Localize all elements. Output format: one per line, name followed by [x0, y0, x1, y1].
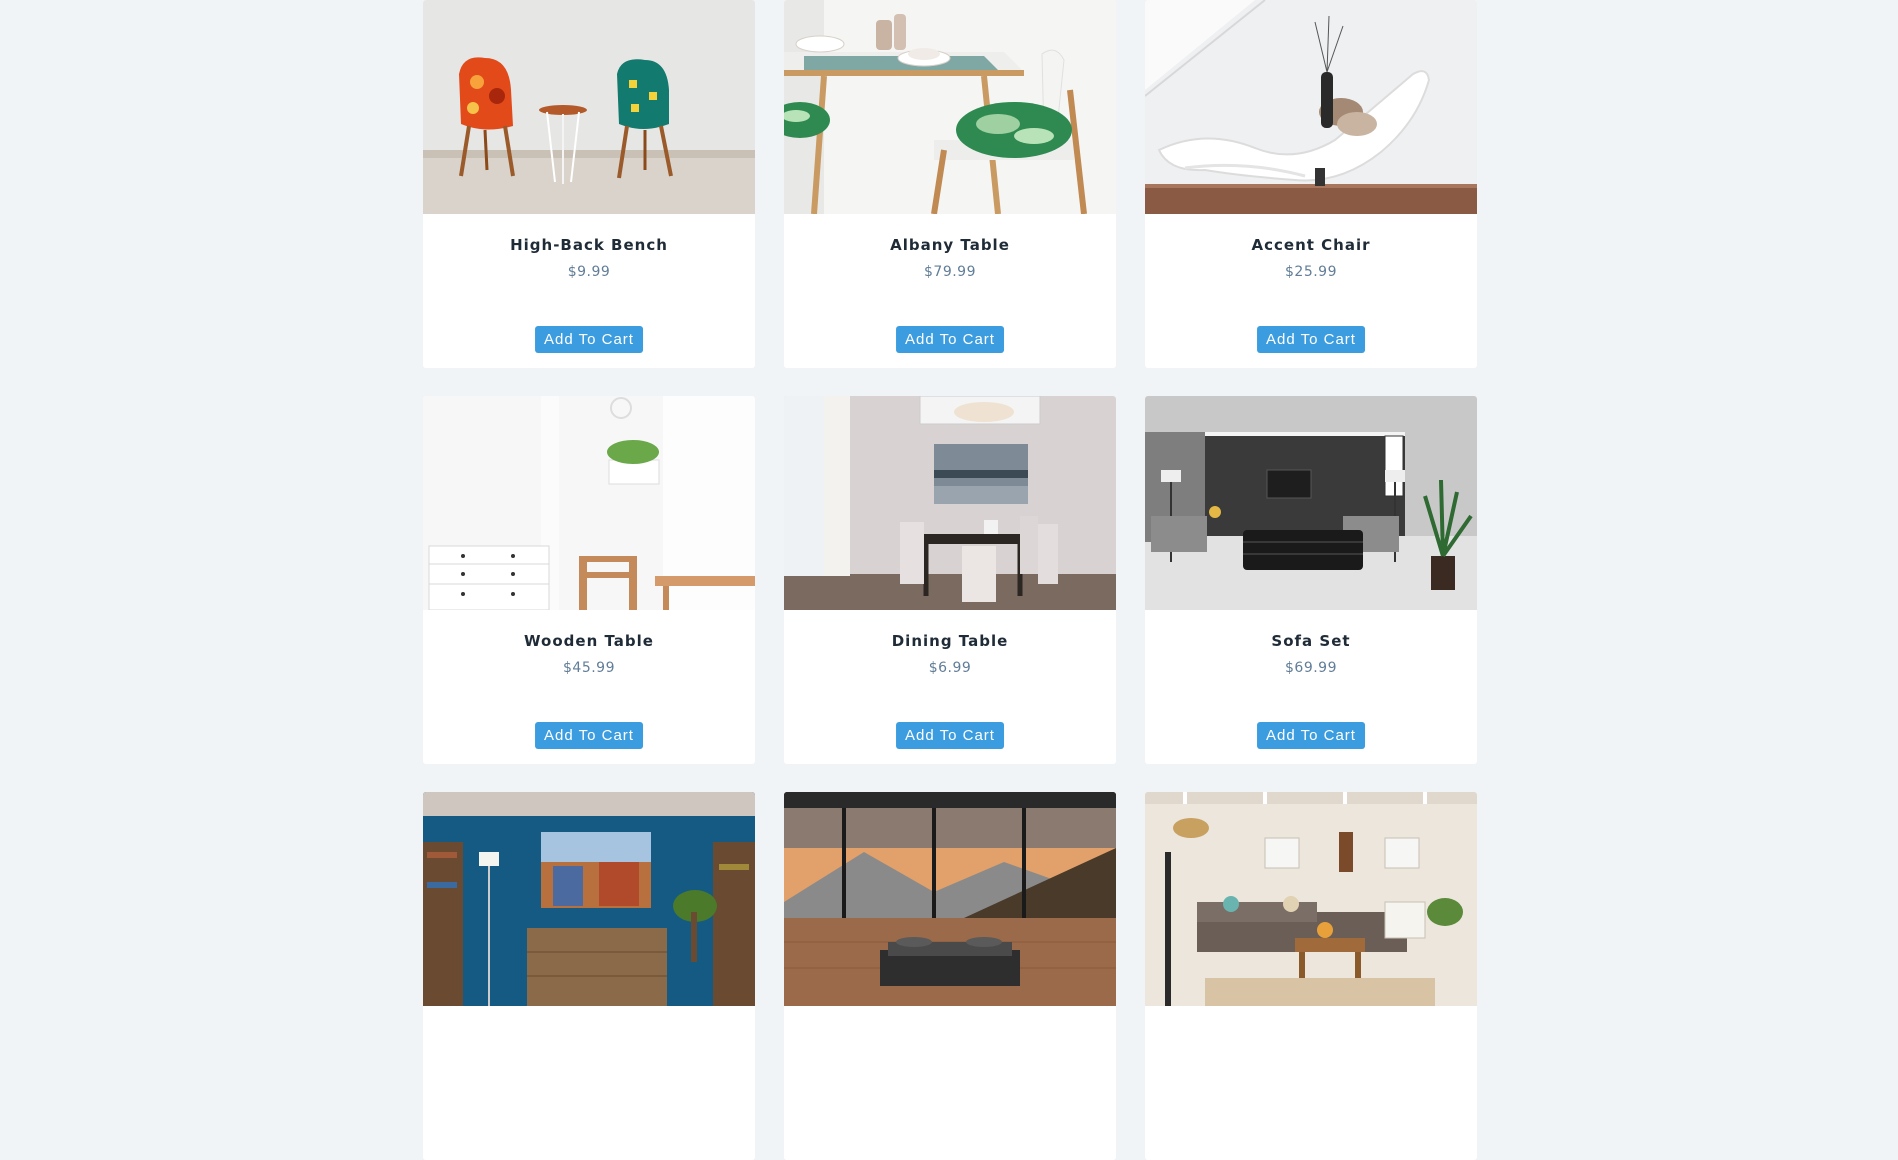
product-image-mountain-bedroom[interactable] [784, 792, 1116, 1006]
add-to-cart-button[interactable]: Add To Cart [1257, 326, 1365, 353]
product-name: Wooden Table [524, 632, 654, 650]
product-grid: High-Back Bench $9.99 Add To Cart Albany… [423, 0, 1477, 1160]
product-price: $79.99 [924, 264, 976, 280]
product-image-dining-set[interactable] [784, 0, 1116, 214]
product-card: Accent Chair $25.99 Add To Cart [1145, 0, 1477, 368]
product-name: Albany Table [890, 236, 1010, 254]
product-price: $25.99 [1285, 264, 1337, 280]
product-image-chaise[interactable] [1145, 0, 1477, 214]
product-price: $6.99 [928, 660, 972, 676]
add-to-cart-button[interactable]: Add To Cart [535, 722, 643, 749]
product-card [423, 792, 755, 1160]
product-image-dining-room[interactable] [784, 396, 1116, 610]
add-to-cart-button[interactable]: Add To Cart [896, 722, 1004, 749]
product-name: Dining Table [891, 632, 1009, 650]
product-card: Albany Table $79.99 Add To Cart [784, 0, 1116, 368]
product-name: Accent Chair [1251, 236, 1371, 254]
product-name: High-Back Bench [510, 236, 668, 254]
product-image-white-room[interactable] [423, 396, 755, 610]
product-name [784, 1028, 1116, 1048]
product-card: Wooden Table $45.99 Add To Cart [423, 396, 755, 764]
product-name: Sofa Set [1271, 632, 1351, 650]
add-to-cart-button[interactable]: Add To Cart [1257, 722, 1365, 749]
product-image-chairs[interactable] [423, 0, 755, 214]
product-price: $45.99 [563, 660, 615, 676]
product-image-blue-room[interactable] [423, 792, 755, 1006]
product-card [784, 792, 1116, 1160]
product-image-rustic-living-room[interactable] [1145, 792, 1477, 1006]
product-name [423, 1028, 755, 1048]
product-card: High-Back Bench $9.99 Add To Cart [423, 0, 755, 368]
product-price: $9.99 [567, 264, 611, 280]
product-image-living-room[interactable] [1145, 396, 1477, 610]
product-card: Dining Table $6.99 Add To Cart [784, 396, 1116, 764]
product-card: Sofa Set $69.99 Add To Cart [1145, 396, 1477, 764]
product-name [1145, 1028, 1477, 1048]
add-to-cart-button[interactable]: Add To Cart [535, 326, 643, 353]
product-price: $69.99 [1285, 660, 1337, 676]
add-to-cart-button[interactable]: Add To Cart [896, 326, 1004, 353]
product-card [1145, 792, 1477, 1160]
